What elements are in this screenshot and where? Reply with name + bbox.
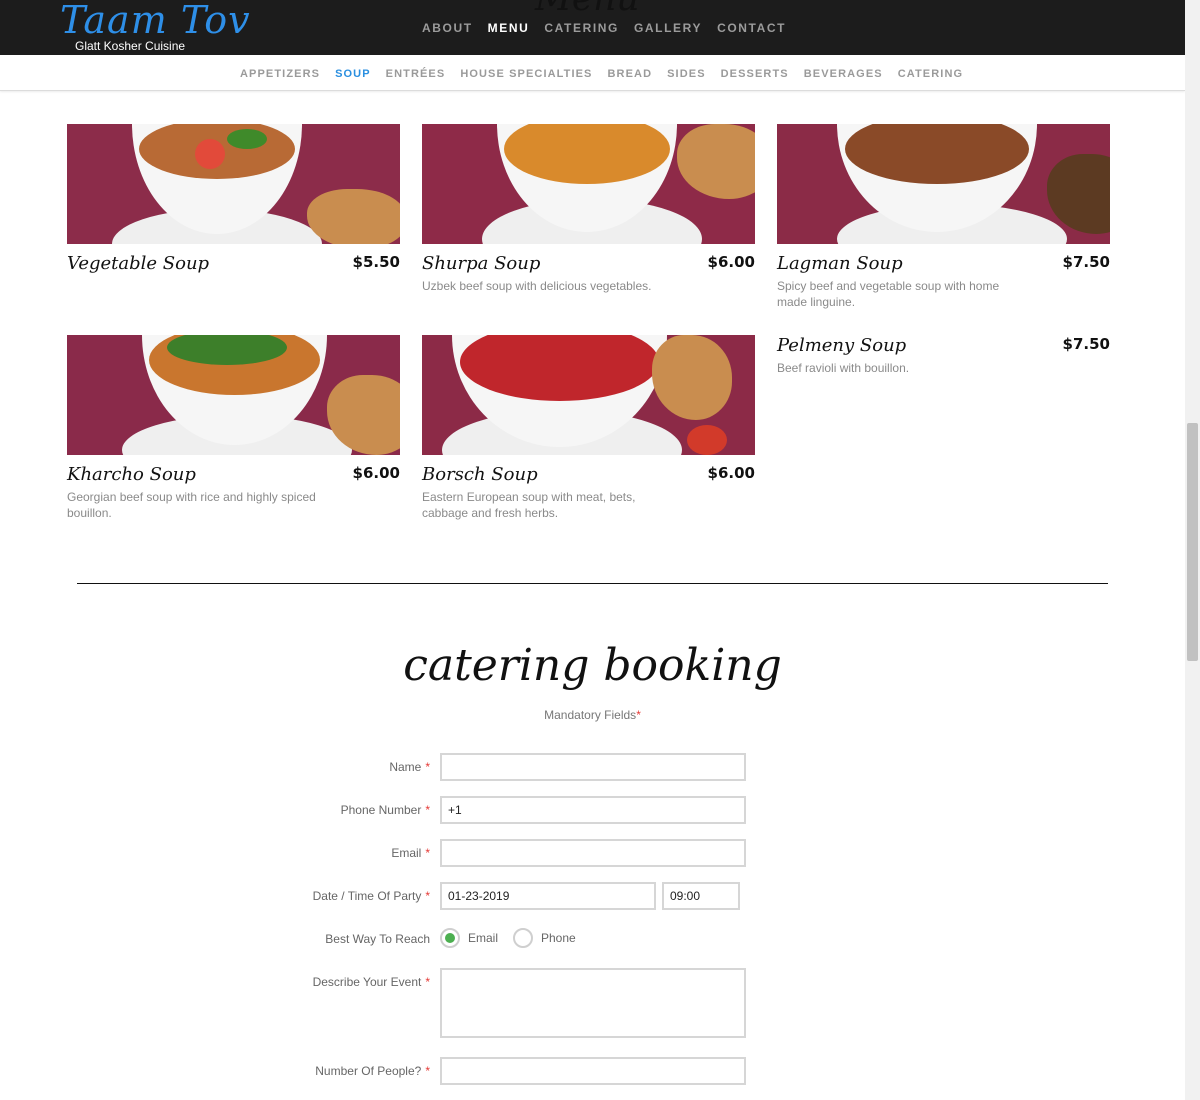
item-description: Beef ravioli with bouillon. bbox=[777, 361, 910, 375]
tab-appetizers[interactable]: APPETIZERS bbox=[240, 67, 320, 81]
email-field[interactable] bbox=[440, 839, 746, 867]
nav-about[interactable]: ABOUT bbox=[422, 20, 473, 36]
item-price: $7.50 bbox=[1062, 253, 1110, 271]
menu-item-kharcho-soup[interactable]: Kharcho Soup $6.00 Georgian beef soup wi… bbox=[67, 335, 400, 520]
item-name: Kharcho Soup bbox=[67, 464, 196, 485]
date-time-label: Date / Time Of Party * bbox=[312, 889, 430, 903]
scrollbar-thumb[interactable] bbox=[1187, 423, 1198, 661]
radio-phone-label: Phone bbox=[541, 931, 576, 945]
nav-contact[interactable]: CONTACT bbox=[717, 20, 786, 36]
mandatory-note: Mandatory Fields* bbox=[544, 708, 641, 722]
soup-photo bbox=[67, 124, 400, 244]
tab-bread[interactable]: BREAD bbox=[608, 67, 653, 81]
menu-item-lagman-soup[interactable]: Lagman Soup $7.50 Spicy beef and vegetab… bbox=[777, 124, 1110, 309]
event-label: Describe Your Event * bbox=[312, 975, 430, 989]
nav-menu[interactable]: MENU bbox=[488, 20, 530, 36]
radio-email[interactable] bbox=[440, 928, 460, 948]
phone-label: Phone Number * bbox=[340, 803, 430, 817]
logo[interactable]: Taam Tov Glatt Kosher Cuisine bbox=[60, 0, 250, 54]
item-price: $5.50 bbox=[352, 253, 400, 271]
item-price: $7.50 bbox=[1062, 335, 1110, 353]
top-navbar: Menu Taam Tov Glatt Kosher Cuisine ABOUT… bbox=[0, 0, 1185, 55]
radio-email-label: Email bbox=[468, 931, 499, 945]
item-name: Shurpa Soup bbox=[422, 253, 541, 274]
item-name: Borsch Soup bbox=[422, 464, 538, 485]
reach-label: Best Way To Reach bbox=[325, 932, 430, 946]
tab-catering[interactable]: CATERING bbox=[898, 67, 963, 81]
soup-photo bbox=[422, 124, 755, 244]
item-description: Georgian beef soup with rice and highly … bbox=[67, 490, 316, 520]
soup-photo bbox=[777, 124, 1110, 244]
name-field[interactable] bbox=[440, 753, 746, 781]
event-description-textarea[interactable] bbox=[440, 968, 746, 1038]
date-field[interactable]: 01-23-2019 bbox=[440, 882, 656, 910]
people-label: Number Of People? * bbox=[315, 1064, 430, 1078]
menu-item-borsch-soup[interactable]: Borsch Soup $6.00 Eastern European soup … bbox=[422, 335, 755, 520]
item-name: Lagman Soup bbox=[777, 253, 903, 274]
tab-soup[interactable]: SOUP bbox=[335, 67, 371, 81]
phone-field[interactable]: +1 bbox=[440, 796, 746, 824]
logo-title: Taam Tov bbox=[60, 0, 251, 42]
name-label: Name * bbox=[389, 760, 430, 774]
item-description: Uzbek beef soup with delicious vegetable… bbox=[422, 279, 652, 293]
tab-beverages[interactable]: BEVERAGES bbox=[804, 67, 883, 81]
item-price: $6.00 bbox=[707, 253, 755, 271]
section-divider bbox=[77, 583, 1108, 584]
item-name: Vegetable Soup bbox=[67, 253, 210, 274]
main-nav: ABOUT MENU CATERING GALLERY CONTACT bbox=[422, 20, 801, 36]
menu-item-shurpa-soup[interactable]: Shurpa Soup $6.00 Uzbek beef soup with d… bbox=[422, 124, 755, 293]
item-description: Eastern European soup with meat, bets, c… bbox=[422, 490, 636, 520]
item-price: $6.00 bbox=[707, 464, 755, 482]
menu-category-nav: APPETIZERS SOUP ENTRÉES HOUSE SPECIALTIE… bbox=[0, 55, 1185, 91]
radio-phone[interactable] bbox=[513, 928, 533, 948]
logo-subtitle: Glatt Kosher Cuisine bbox=[75, 39, 186, 53]
nav-gallery[interactable]: GALLERY bbox=[634, 20, 702, 36]
email-label: Email * bbox=[391, 846, 430, 860]
soup-photo bbox=[67, 335, 400, 455]
item-price: $6.00 bbox=[352, 464, 400, 482]
tab-entrees[interactable]: ENTRÉES bbox=[386, 67, 446, 81]
tab-house-specialties[interactable]: HOUSE SPECIALTIES bbox=[460, 67, 592, 81]
tab-desserts[interactable]: DESSERTS bbox=[721, 67, 789, 81]
people-count-field[interactable] bbox=[440, 1057, 746, 1085]
nav-catering[interactable]: CATERING bbox=[544, 20, 619, 36]
item-name: Pelmeny Soup bbox=[777, 335, 907, 356]
page-heading-partial: Menu bbox=[535, 0, 640, 19]
booking-title: catering booking bbox=[403, 640, 782, 691]
item-description: Spicy beef and vegetable soup with home … bbox=[777, 279, 1000, 309]
menu-item-vegetable-soup[interactable]: Vegetable Soup $5.50 bbox=[67, 124, 400, 274]
time-field[interactable]: 09:00 bbox=[662, 882, 740, 910]
soup-photo bbox=[422, 335, 755, 455]
tab-sides[interactable]: SIDES bbox=[667, 67, 706, 81]
